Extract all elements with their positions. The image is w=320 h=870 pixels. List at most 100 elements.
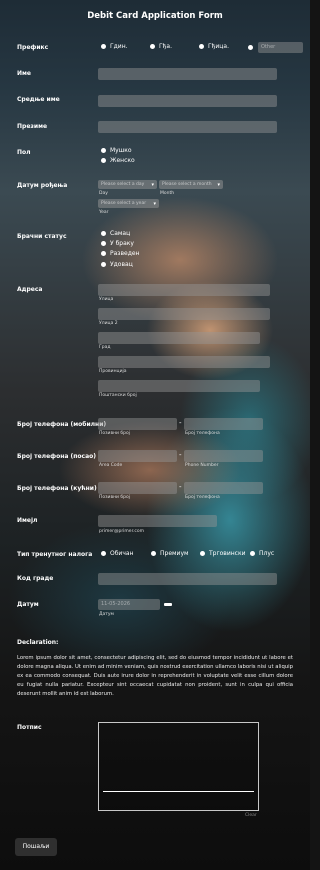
prefix-label: Префикс (17, 44, 49, 51)
radio-icon (101, 231, 106, 236)
account-option-label: Плус (259, 550, 275, 557)
account-option-label: Обичан (110, 550, 134, 557)
radio-icon (199, 44, 204, 49)
radio-icon (101, 158, 106, 163)
form-title: Debit Card Application Form (87, 11, 223, 21)
prefix-option-label: Гђа. (159, 43, 172, 50)
first-name-input[interactable] (98, 68, 277, 80)
city-code-input[interactable] (98, 573, 277, 585)
email-sublabel: primer@primer.com (99, 529, 145, 534)
gender-option-label: Женско (110, 157, 135, 164)
signature-pad[interactable] (98, 722, 259, 811)
middle-name-label: Средње име (17, 96, 60, 103)
date-label: Датум (17, 601, 39, 608)
radio-icon (248, 45, 253, 50)
birthdate-label: Датум рођења (17, 182, 68, 189)
prefix-option-3[interactable]: Гђица. (199, 43, 229, 50)
postal-code-input[interactable] (98, 380, 260, 392)
work-area-sublabel: Area Code (99, 463, 123, 468)
mobile-area-sublabel: Позивни број (99, 431, 131, 436)
clear-signature-button[interactable]: Clear (245, 813, 257, 818)
submit-button[interactable]: Пошаљи (15, 838, 57, 856)
mobile-area-input[interactable] (98, 418, 177, 430)
home-area-input[interactable] (98, 482, 177, 494)
gender-option-label: Мушко (110, 147, 132, 154)
mobile-number-input[interactable] (184, 418, 263, 430)
city-sublabel: Град (99, 345, 111, 350)
gender-option-male[interactable]: Мушко (101, 147, 132, 154)
radio-icon (250, 551, 255, 556)
home-number-input[interactable] (184, 482, 263, 494)
mobile-number-sublabel: Број телефона (185, 431, 220, 436)
province-sublabel: Провинција (99, 369, 127, 374)
work-number-input[interactable] (184, 450, 263, 462)
work-phone-label: Број телефона (посао) (17, 453, 96, 460)
chevron-down-icon: ▾ (151, 181, 154, 188)
birth-month-select[interactable]: Please select a month ▾ (159, 180, 223, 189)
radio-icon (101, 148, 106, 153)
prefix-other-input[interactable]: Other (258, 42, 303, 53)
account-option-business[interactable]: Трговински (200, 550, 245, 557)
account-option-regular[interactable]: Обичан (101, 550, 133, 557)
marital-option-widowed[interactable]: Удовац (101, 261, 133, 268)
middle-name-input[interactable] (98, 95, 277, 107)
work-number-sublabel: Phone Number (185, 463, 219, 468)
birth-day-select[interactable]: Please select a day ▾ (98, 180, 157, 189)
birth-year-placeholder: Please select a year (101, 201, 147, 206)
street-sublabel: Улица (99, 297, 114, 302)
home-area-sublabel: Позивни број (99, 495, 131, 500)
gender-label: Пол (17, 149, 31, 156)
province-input[interactable] (98, 356, 270, 368)
gender-option-female[interactable]: Женско (101, 157, 135, 164)
marital-option-label: Разведен (110, 250, 140, 257)
account-option-premium[interactable]: Премиум (151, 550, 189, 557)
account-option-label: Премиум (160, 550, 189, 557)
street-input[interactable] (98, 284, 270, 296)
marital-option-single[interactable]: Самац (101, 230, 130, 237)
work-area-input[interactable] (98, 450, 177, 462)
signature-label: Потпис (17, 724, 42, 731)
birth-month-sublabel: Month (160, 191, 175, 196)
prefix-other-placeholder: Other (261, 44, 276, 50)
radio-icon (101, 251, 106, 256)
marital-label: Брачни статус (17, 233, 67, 240)
marital-option-married[interactable]: У браку (101, 240, 134, 247)
email-input[interactable] (98, 515, 217, 527)
email-label: Имејл (17, 517, 38, 524)
first-name-label: Име (17, 70, 31, 77)
marital-option-label: Удовац (110, 261, 133, 268)
radio-icon (101, 44, 106, 49)
home-phone-label: Број телефона (кућни) (17, 485, 97, 492)
account-option-label: Трговински (209, 550, 246, 557)
radio-icon (200, 551, 205, 556)
marital-option-label: У браку (110, 240, 134, 247)
birth-year-sublabel: Year (99, 210, 109, 215)
mobile-phone-label: Број телефона (мобилни) (17, 421, 107, 428)
signature-line (103, 791, 254, 792)
prefix-option-2[interactable]: Гђа. (150, 43, 172, 50)
phone-separator: - (179, 451, 182, 459)
account-type-label: Тип тренутног налога (17, 551, 93, 558)
city-code-label: Код граде (17, 575, 54, 582)
street2-input[interactable] (98, 308, 270, 320)
last-name-input[interactable] (98, 121, 277, 133)
marital-option-label: Самац (110, 230, 131, 237)
marital-option-divorced[interactable]: Разведен (101, 250, 139, 257)
prefix-other-radio[interactable] (248, 45, 253, 50)
last-name-label: Презиме (17, 123, 48, 130)
postal-code-sublabel: Поштански број (99, 393, 137, 398)
declaration-title: Declaration: (17, 639, 59, 646)
birth-month-placeholder: Please select a month (162, 182, 212, 187)
radio-icon (151, 551, 156, 556)
date-input[interactable]: 11-05-2026 (98, 599, 160, 610)
prefix-option-1[interactable]: Гдин. (101, 43, 128, 50)
calendar-icon[interactable] (164, 603, 172, 606)
date-sublabel: Датум (99, 612, 114, 617)
birth-day-sublabel: Day (99, 191, 108, 196)
radio-icon (150, 44, 155, 49)
city-input[interactable] (98, 332, 260, 344)
account-option-plus[interactable]: Плус (250, 550, 274, 557)
birth-day-placeholder: Please select a day (101, 182, 145, 187)
prefix-option-label: Гдин. (110, 43, 128, 50)
birth-year-select[interactable]: Please select a year ▾ (98, 199, 159, 208)
